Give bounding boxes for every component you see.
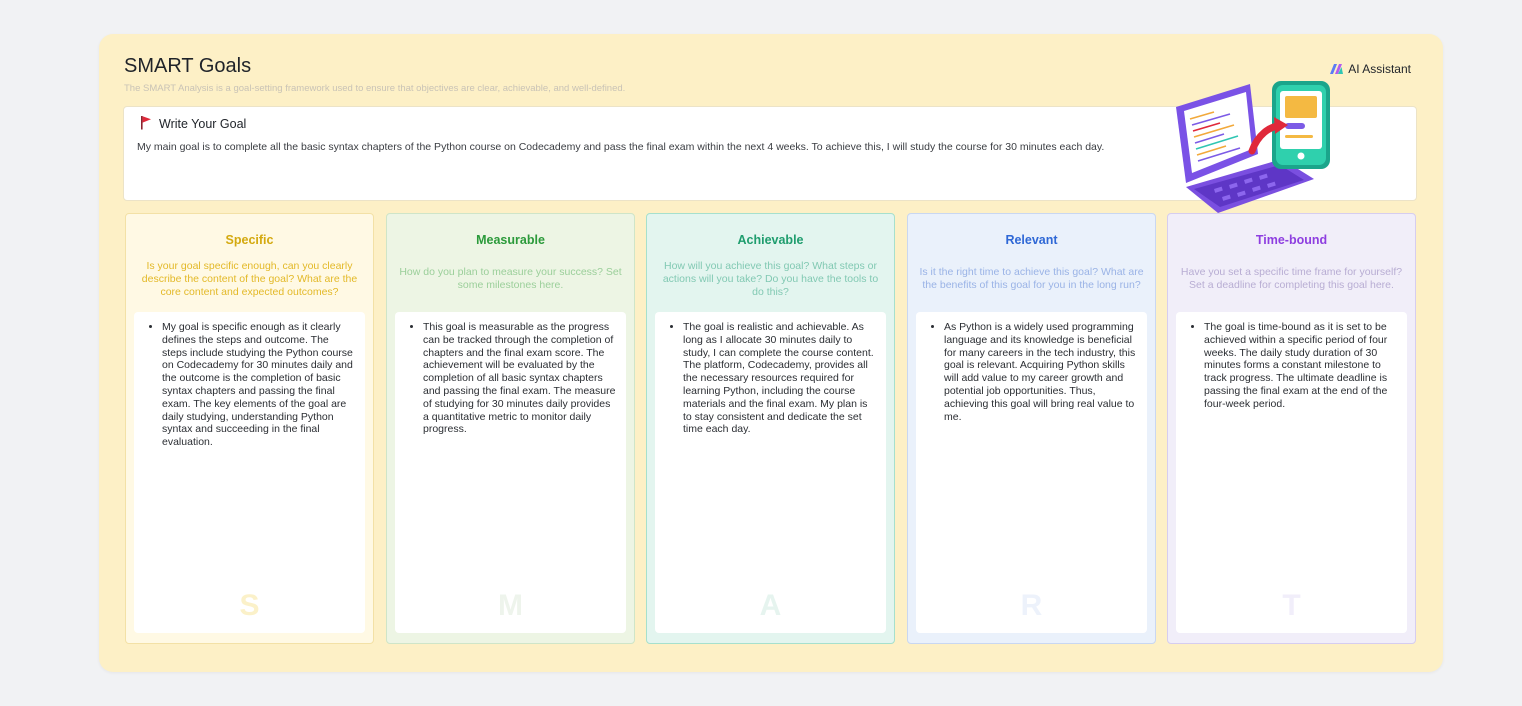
red-flag-icon: [140, 115, 152, 133]
goal-heading: Write Your Goal: [140, 115, 246, 133]
answer-text: The goal is time-bound as it is set to b…: [1204, 321, 1397, 411]
laptop-phone-illustration: [1174, 79, 1339, 224]
answer-text: My goal is specific enough as it clearly…: [162, 321, 355, 449]
page-title: SMART Goals: [124, 55, 252, 77]
column-letter: T: [1282, 589, 1301, 622]
column-title: Achievable: [737, 233, 804, 247]
column-answer-box[interactable]: The goal is time-bound as it is set to b…: [1176, 312, 1407, 633]
ai-assistant-label: AI Assistant: [1348, 62, 1411, 76]
ai-logo-icon: [1329, 63, 1344, 75]
column-prompt: How will you achieve this goal? What ste…: [662, 259, 879, 298]
column-title: Relevant: [1005, 233, 1058, 247]
column-title: Time-bound: [1255, 233, 1328, 247]
column-achievable: Achievable How will you achieve this goa…: [646, 213, 895, 644]
column-letter: R: [1020, 589, 1043, 622]
column-answer-box[interactable]: This goal is measurable as the progress …: [395, 312, 626, 633]
column-prompt: Is your goal specific enough, can you cl…: [141, 259, 358, 298]
column-measurable: Measurable How do you plan to measure yo…: [386, 213, 635, 644]
column-answer-box[interactable]: My goal is specific enough as it clearly…: [134, 312, 365, 633]
column-letter: A: [759, 589, 782, 622]
column-letter: S: [239, 589, 260, 622]
column-specific: Specific Is your goal specific enough, c…: [125, 213, 374, 644]
ai-assistant-button[interactable]: AI Assistant: [1329, 62, 1411, 76]
goal-heading-label: Write Your Goal: [159, 117, 247, 131]
column-prompt: How do you plan to measure your success?…: [399, 266, 622, 291]
page-subtitle: The SMART Analysis is a goal-setting fra…: [124, 83, 626, 94]
goal-text[interactable]: My main goal is to complete all the basi…: [137, 141, 1237, 153]
answer-text: As Python is a widely used programming l…: [944, 321, 1137, 423]
column-time-bound: Time-bound Have you set a specific time …: [1167, 213, 1416, 644]
column-relevant: Relevant Is it the right time to achieve…: [907, 213, 1156, 644]
answer-text: The goal is realistic and achievable. As…: [683, 321, 876, 436]
column-title: Specific: [225, 233, 274, 247]
smart-goals-board: SMART Goals The SMART Analysis is a goal…: [99, 34, 1443, 672]
column-prompt: Is it the right time to achieve this goa…: [919, 266, 1144, 291]
column-answer-box[interactable]: The goal is realistic and achievable. As…: [655, 312, 886, 633]
answer-text: This goal is measurable as the progress …: [423, 321, 616, 436]
column-title: Measurable: [476, 233, 545, 247]
column-answer-box[interactable]: As Python is a widely used programming l…: [916, 312, 1147, 633]
column-prompt: Have you set a specific time frame for y…: [1180, 266, 1403, 291]
column-letter: M: [498, 589, 523, 622]
